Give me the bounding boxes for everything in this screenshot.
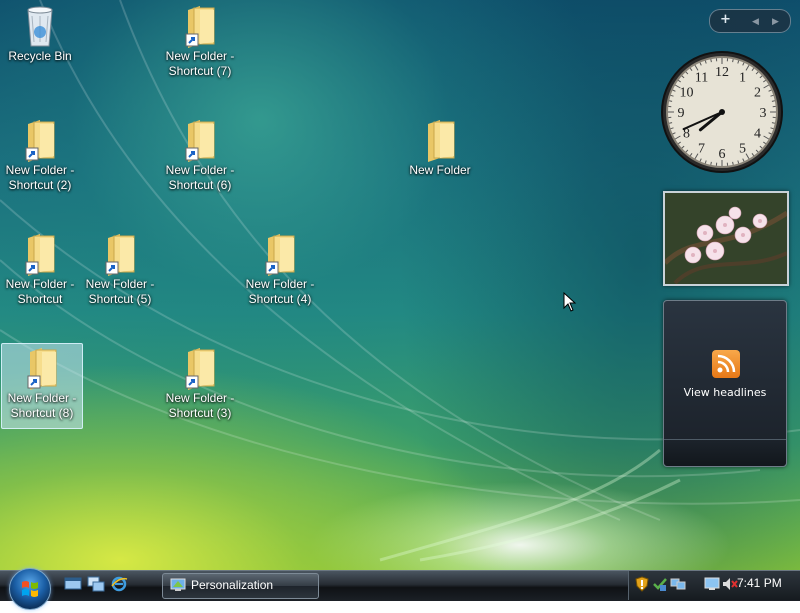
- volume-muted-icon[interactable]: [722, 576, 738, 592]
- folder-shortcut-icon: [100, 232, 140, 276]
- clock-numeral: 3: [760, 106, 767, 121]
- desktop-icon-recycle-bin[interactable]: Recycle Bin: [0, 2, 80, 86]
- desktop-icon-new-folder[interactable]: New Folder: [400, 116, 480, 200]
- clock-numeral: 10: [680, 86, 694, 101]
- desktop-icon-shortcut-4[interactable]: New Folder - Shortcut (4): [240, 230, 320, 314]
- flower-photo: [665, 193, 787, 284]
- internet-explorer-icon[interactable]: [110, 576, 128, 592]
- desktop-icon-shortcut-6[interactable]: New Folder - Shortcut (6): [160, 116, 240, 200]
- personalization-icon: [170, 578, 186, 592]
- security-shield-icon[interactable]: [634, 576, 650, 592]
- start-button[interactable]: [9, 568, 51, 610]
- desktop-icon-label: New Folder - Shortcut (7): [160, 49, 240, 79]
- desktop-icon-shortcut-7[interactable]: New Folder - Shortcut (7): [160, 2, 240, 86]
- taskbar-clock[interactable]: 7:41 PM: [737, 576, 782, 590]
- desktop-icon-shortcut-8[interactable]: New Folder - Shortcut (8): [1, 343, 83, 429]
- clock-numeral: 7: [698, 142, 705, 157]
- feed-headlines-gadget[interactable]: View headlines: [663, 300, 787, 467]
- taskbar-button-label: Personalization: [191, 574, 273, 596]
- desktop-icon-label: New Folder - Shortcut (2): [0, 163, 80, 193]
- display-icon[interactable]: [704, 576, 720, 592]
- show-desktop-icon[interactable]: [64, 576, 82, 592]
- desktop-icon-label: New Folder - Shortcut (4): [240, 277, 320, 307]
- desktop-icon-shortcut-2[interactable]: New Folder - Shortcut (2): [0, 116, 80, 200]
- windows-logo-icon: [10, 569, 50, 609]
- desktop-icon-label: New Folder - Shortcut (3): [160, 391, 240, 421]
- network-icon[interactable]: [670, 576, 686, 592]
- clock-numeral: 11: [695, 71, 708, 86]
- clock-gadget[interactable]: 121234567891011: [660, 50, 784, 174]
- sidebar-controls: + ◀ ▶: [709, 9, 791, 33]
- folder-shortcut-icon: [180, 346, 220, 390]
- folder-shortcut-icon: [22, 346, 62, 390]
- feed-gadget-footer: [664, 439, 786, 466]
- switch-windows-icon[interactable]: [87, 576, 105, 592]
- folder-shortcut-icon: [180, 4, 220, 48]
- folder-shortcut-icon: [20, 118, 60, 162]
- folder-icon: [420, 118, 460, 162]
- clock-numeral: 1: [739, 71, 746, 86]
- desktop-icon-label: New Folder - Shortcut: [0, 277, 80, 307]
- slideshow-gadget[interactable]: [663, 191, 789, 286]
- desktop-icon-label: New Folder: [400, 163, 480, 178]
- next-gadget-page-button[interactable]: ▶: [772, 14, 779, 30]
- windows-defender-icon[interactable]: [652, 576, 668, 592]
- desktop-icon-label: New Folder - Shortcut (6): [160, 163, 240, 193]
- recycle-bin-icon: [20, 4, 60, 48]
- mouse-cursor-icon: [563, 292, 577, 312]
- add-gadget-button[interactable]: +: [720, 12, 731, 28]
- desktop-icon-shortcut[interactable]: New Folder - Shortcut: [0, 230, 80, 314]
- view-headlines-link[interactable]: View headlines: [664, 386, 786, 399]
- clock-numeral: 4: [754, 127, 761, 142]
- clock-numeral: 5: [739, 142, 746, 157]
- folder-shortcut-icon: [180, 118, 220, 162]
- clock-numeral: 12: [715, 65, 729, 80]
- rss-feed-icon: [712, 350, 740, 378]
- clock-numeral: 6: [719, 147, 726, 162]
- previous-gadget-page-button[interactable]: ◀: [752, 14, 759, 30]
- desktop-icon-shortcut-3[interactable]: New Folder - Shortcut (3): [160, 344, 240, 428]
- folder-shortcut-icon: [260, 232, 300, 276]
- desktop-icon-shortcut-5[interactable]: New Folder - Shortcut (5): [80, 230, 160, 314]
- desktop-icon-label: Recycle Bin: [0, 49, 80, 64]
- clock-numeral: 9: [678, 106, 685, 121]
- desktop-icon-label: New Folder - Shortcut (5): [80, 277, 160, 307]
- folder-shortcut-icon: [20, 232, 60, 276]
- desktop-icon-label: New Folder - Shortcut (8): [2, 391, 82, 421]
- taskbar-button-personalization[interactable]: Personalization: [162, 573, 319, 599]
- clock-numeral: 2: [754, 86, 761, 101]
